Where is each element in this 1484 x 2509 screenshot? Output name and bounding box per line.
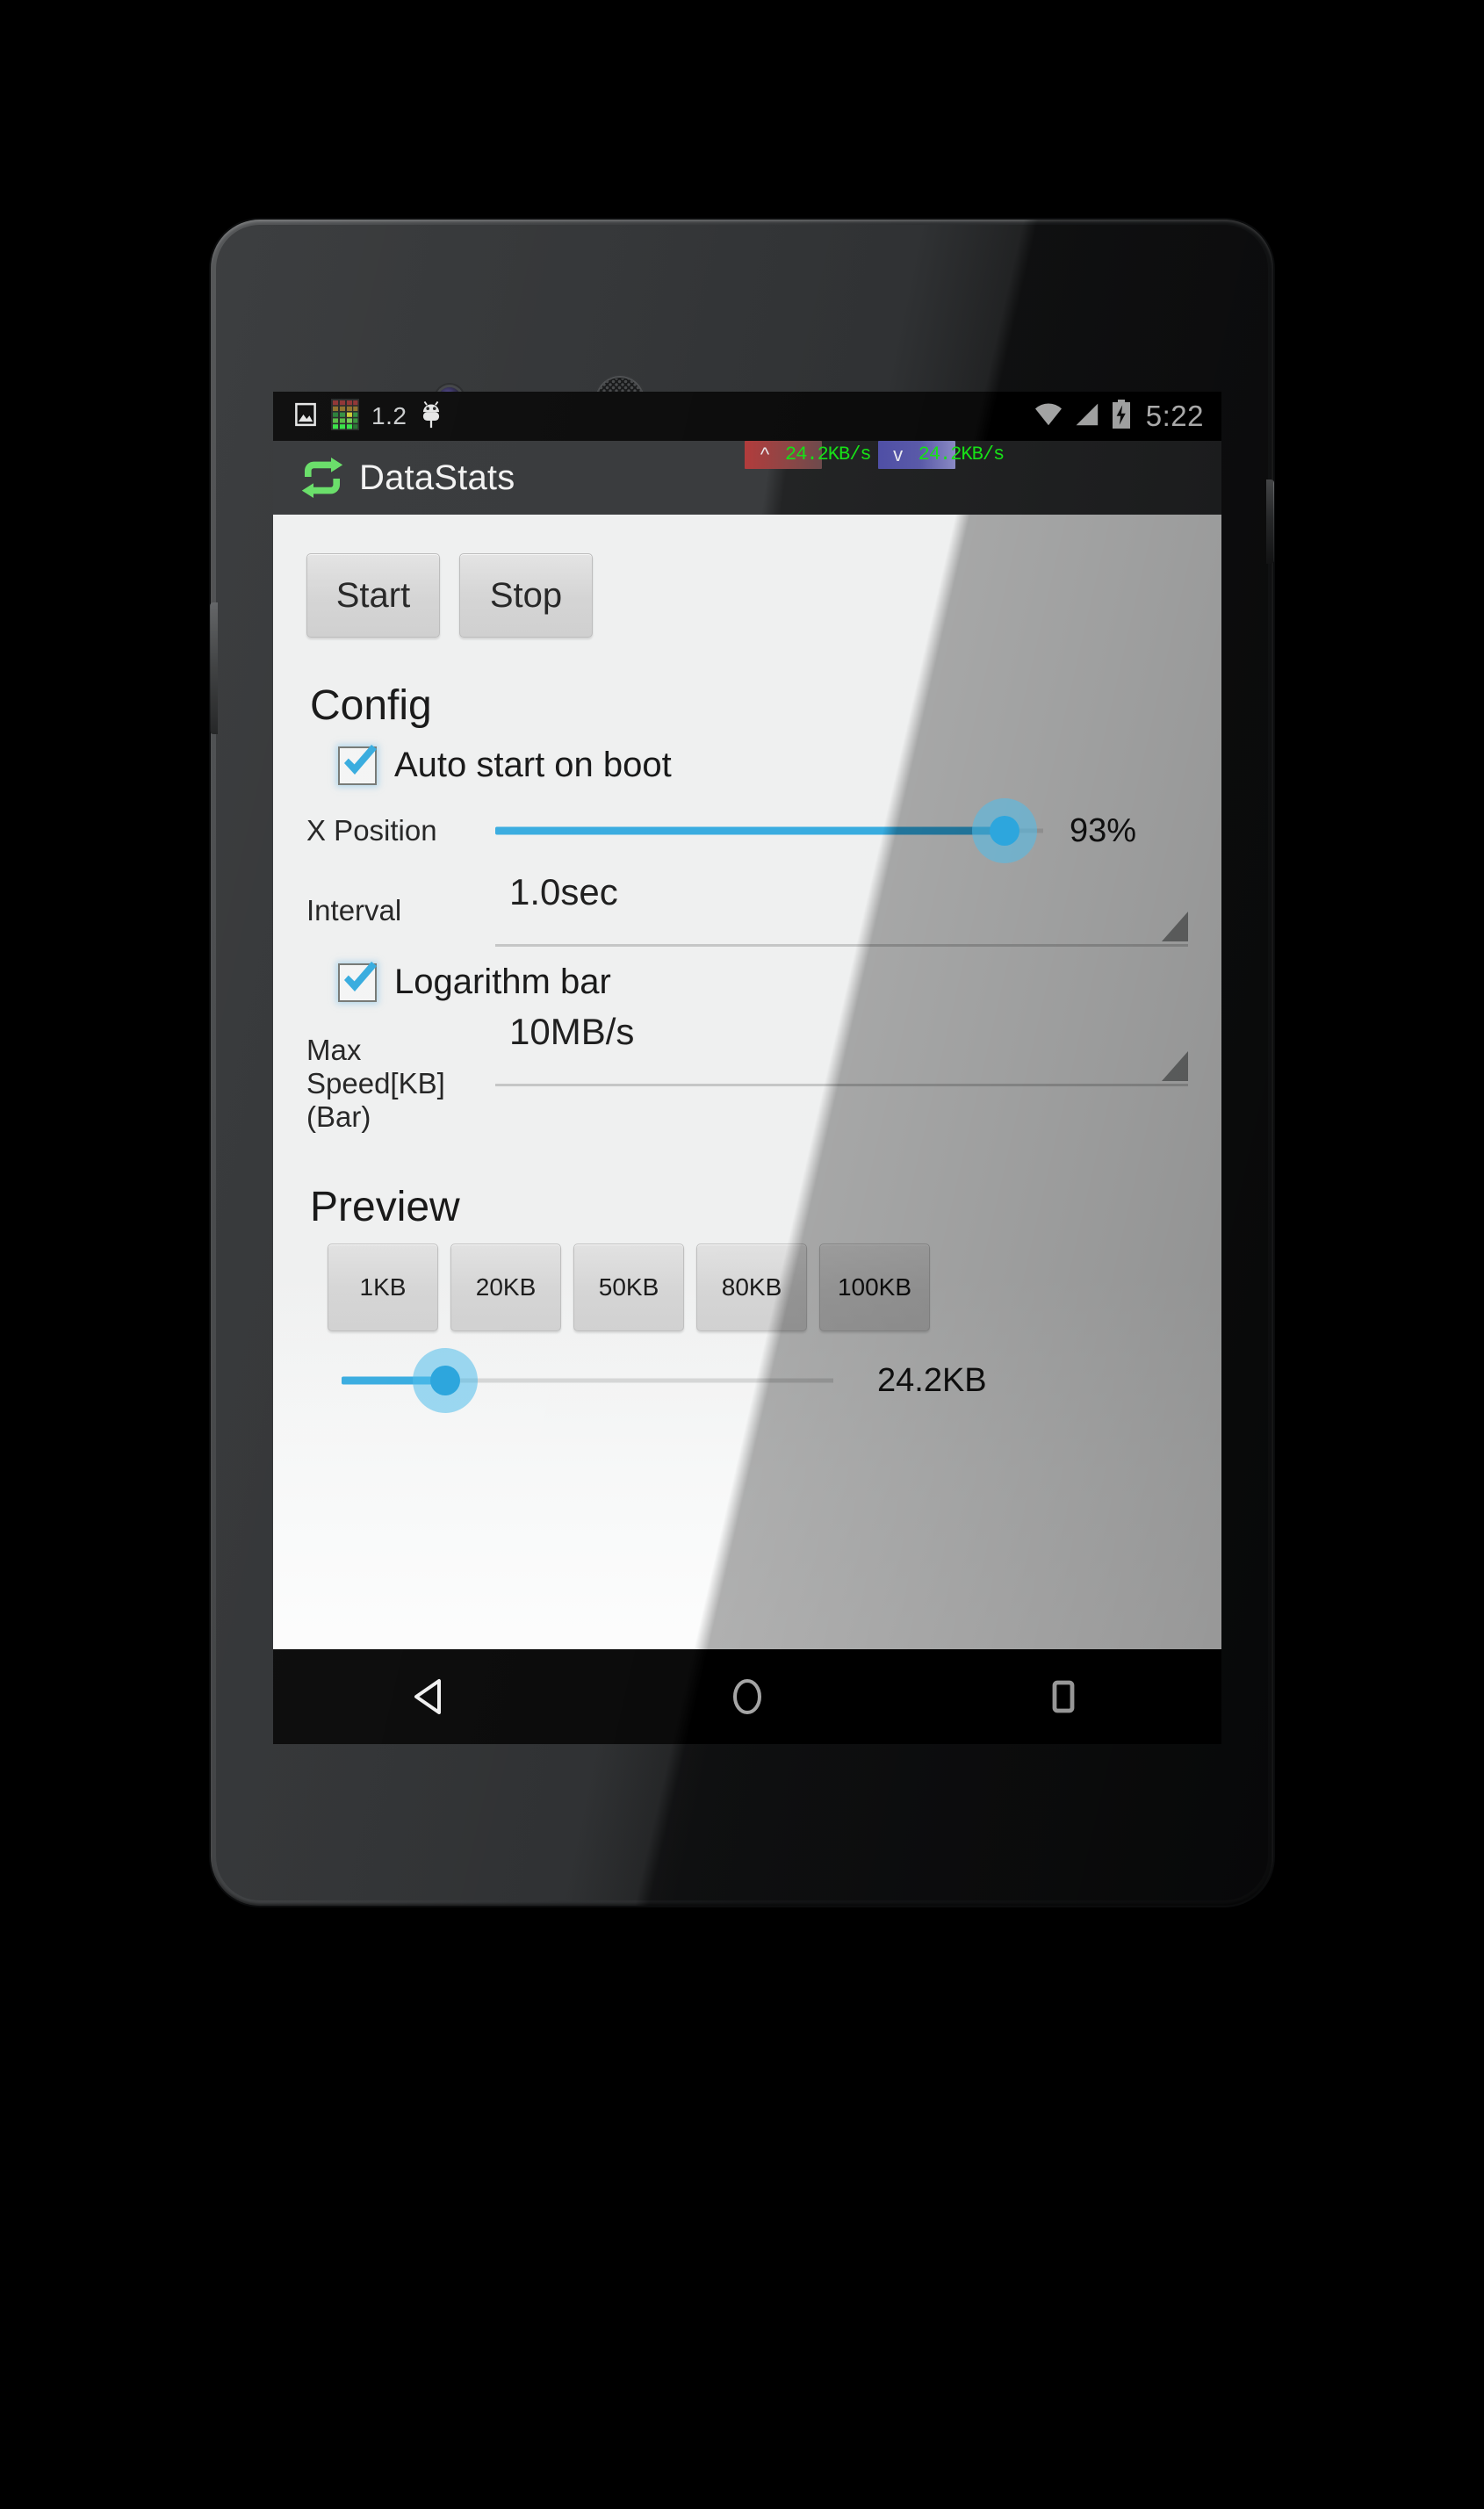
preview-slider-row: 24.2KB [342, 1347, 1188, 1414]
app-title: DataStats [359, 458, 515, 497]
home-circle-icon [733, 1679, 761, 1714]
back-triangle-icon [414, 1679, 441, 1714]
network-speed-overlay[interactable]: ^ 24.2KB/s v 24.2KB/s [745, 441, 1007, 469]
max-speed-value: 10MB/s [509, 1011, 635, 1052]
checkmark-icon [337, 956, 383, 1002]
preview-thumb[interactable] [429, 1366, 460, 1395]
download-speed-value: 24.2KB/s [918, 443, 1005, 465]
app-content: Start Stop Config Auto start on boot X P… [273, 515, 1221, 1744]
battery-charging-icon [1111, 399, 1132, 434]
android-navigation-bar [273, 1649, 1221, 1744]
auto-start-checkbox[interactable] [338, 744, 377, 785]
status-bar-right-icons: 5:22 [1034, 399, 1204, 434]
android-status-bar: 1.2 5:22 [273, 392, 1221, 441]
auto-start-label: Auto start on boot [394, 746, 672, 784]
preview-preset-20kb[interactable]: 20KB [450, 1244, 561, 1331]
preview-slider-value: 24.2KB [877, 1361, 987, 1399]
preview-section-title: Preview [310, 1184, 460, 1230]
download-arrow-icon: v [893, 443, 904, 465]
preview-preset-80kb[interactable]: 80KB [696, 1244, 807, 1331]
upload-speed-value: 24.2KB/s [785, 443, 872, 465]
interval-spinner[interactable]: 1.0sec [495, 871, 1188, 947]
logarithm-bar-row[interactable]: Logarithm bar [338, 961, 1188, 1002]
checkmark-icon [337, 739, 383, 785]
preview-slider[interactable] [342, 1347, 833, 1414]
phone-screen: 1.2 5:22 ^ 24.2KB/s v 24.2KB/s DataStats… [273, 392, 1221, 1744]
upload-arrow-icon: ^ [760, 443, 770, 465]
max-speed-spinner[interactable]: 10MB/s [495, 1011, 1188, 1086]
dropdown-triangle-icon [1162, 1051, 1188, 1081]
preview-preset-100kb[interactable]: 100KB [819, 1244, 930, 1331]
upload-speed-indicator: ^ 24.2KB/s [745, 441, 875, 469]
max-speed-label: Max Speed[KB] (Bar) [306, 1011, 495, 1134]
x-position-row: X Position 93% [306, 797, 1188, 864]
status-bar-clock: 5:22 [1145, 400, 1204, 432]
status-bar-version-text: 1.2 [371, 402, 407, 429]
cellular-signal-icon [1074, 401, 1100, 432]
status-bar-left-icons: 1.2 [292, 398, 443, 435]
max-speed-label-line1: Max Speed[KB] [306, 1034, 445, 1099]
android-bug-icon [419, 400, 443, 434]
nav-back-button[interactable] [365, 1649, 497, 1744]
image-icon [292, 401, 319, 432]
x-position-thumb[interactable] [990, 816, 1020, 846]
interval-row: Interval 1.0sec [306, 871, 1188, 947]
nav-recents-button[interactable] [998, 1649, 1129, 1744]
data-matrix-icon [331, 398, 359, 435]
max-speed-label-line2: (Bar) [306, 1100, 371, 1133]
logarithm-bar-checkbox[interactable] [338, 961, 377, 1002]
download-speed-indicator: v 24.2KB/s [877, 441, 1008, 469]
dropdown-triangle-icon [1162, 912, 1188, 941]
wifi-icon [1034, 401, 1063, 432]
config-section-title: Config [310, 682, 432, 729]
x-position-value: 93% [1070, 811, 1137, 849]
stop-button[interactable]: Stop [459, 553, 593, 638]
sync-refresh-icon [298, 458, 347, 498]
volume-button[interactable] [210, 602, 218, 734]
max-speed-row: Max Speed[KB] (Bar) 10MB/s [306, 1011, 1188, 1134]
interval-value: 1.0sec [509, 871, 618, 912]
auto-start-row[interactable]: Auto start on boot [338, 744, 1188, 785]
preview-preset-buttons: 1KB 20KB 50KB 80KB 100KB [328, 1244, 1188, 1331]
start-button[interactable]: Start [306, 553, 440, 638]
logarithm-bar-label: Logarithm bar [394, 963, 611, 1001]
x-position-slider[interactable] [495, 797, 1043, 864]
preview-preset-1kb[interactable]: 1KB [328, 1244, 438, 1331]
power-button[interactable] [1266, 479, 1274, 564]
nav-home-button[interactable] [681, 1649, 813, 1744]
recents-square-icon [1052, 1680, 1075, 1713]
service-control-buttons: Start Stop [306, 515, 1188, 638]
phone-bezel: 1.2 5:22 ^ 24.2KB/s v 24.2KB/s DataStats… [210, 225, 1274, 1900]
preview-preset-50kb[interactable]: 50KB [573, 1244, 684, 1331]
x-position-track-fill [495, 826, 1005, 835]
phone-device-frame: 1.2 5:22 ^ 24.2KB/s v 24.2KB/s DataStats… [210, 220, 1274, 1906]
x-position-label: X Position [306, 814, 437, 847]
interval-label: Interval [306, 894, 402, 926]
